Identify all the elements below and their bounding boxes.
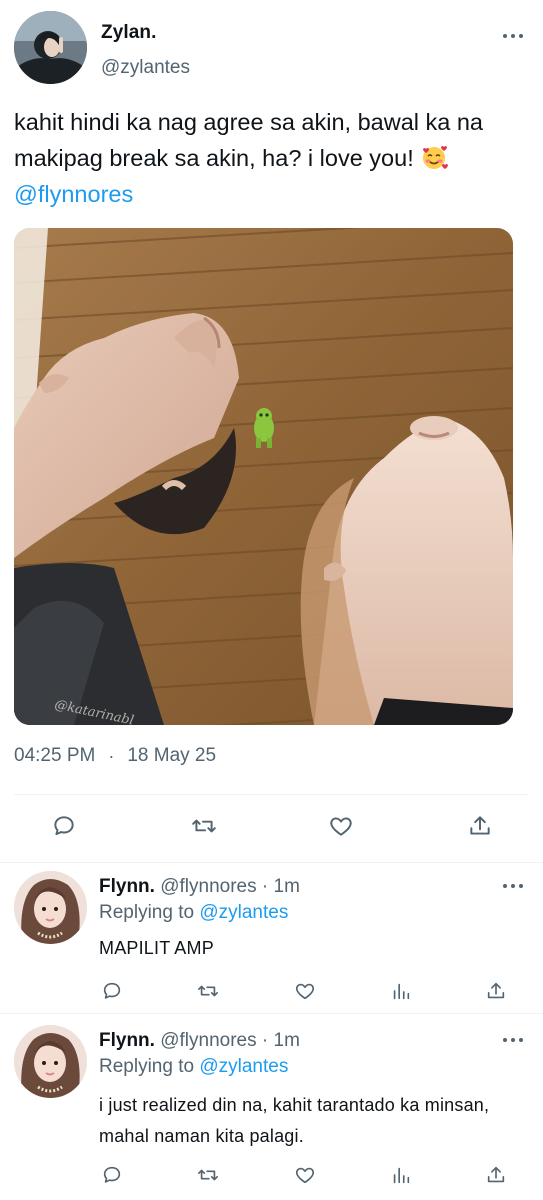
more-options-icon[interactable] <box>503 881 523 891</box>
analytics-icon[interactable] <box>389 979 413 1003</box>
share-icon[interactable] <box>484 1163 508 1187</box>
like-icon[interactable] <box>326 811 356 841</box>
reply-text: i just realized din na, kahit tarantado … <box>99 1095 490 1146</box>
author-name[interactable]: Flynn. <box>99 1030 155 1051</box>
replying-to-link[interactable]: @zylantes <box>199 1056 288 1077</box>
meta-separator: · <box>261 876 269 897</box>
tweet-text: kahit hindi ka nag agree sa akin, bawal … <box>14 104 529 212</box>
reply-icon[interactable] <box>100 1163 124 1187</box>
replying-label: Replying to <box>99 902 195 923</box>
reply-header: Flynn. @flynnores · 1m <box>99 876 300 898</box>
avatar-photo <box>14 871 87 944</box>
tweet-image[interactable]: @katarinabl <box>14 228 513 725</box>
author-name[interactable]: Zylan. <box>101 22 157 44</box>
replying-to-link[interactable]: @zylantes <box>199 902 288 923</box>
analytics-icon[interactable] <box>389 1163 413 1187</box>
avatar[interactable] <box>14 871 87 944</box>
avatar-photo <box>14 11 87 84</box>
author-name[interactable]: Flynn. <box>99 876 155 897</box>
reply-tweet[interactable]: Flynn. @flynnores · 1m Replying to @zyla… <box>0 863 543 1014</box>
avatar[interactable] <box>14 1025 87 1098</box>
more-options-icon[interactable] <box>503 1035 523 1045</box>
timestamp[interactable]: 04:25 PM · 18 May 25 <box>14 745 216 767</box>
tweet-time: 04:25 PM <box>14 745 96 766</box>
retweet-icon[interactable] <box>196 1163 220 1187</box>
author-handle[interactable]: @flynnores <box>160 876 256 897</box>
replying-to: Replying to @zylantes <box>99 1056 288 1078</box>
reply-icon[interactable] <box>100 979 124 1003</box>
author-handle[interactable]: @flynnores <box>160 1030 256 1051</box>
reply-icon[interactable] <box>49 811 79 841</box>
timestamp-separator: · <box>108 745 115 766</box>
meta-separator: · <box>261 1030 269 1051</box>
share-icon[interactable] <box>465 811 495 841</box>
retweet-icon[interactable] <box>196 979 220 1003</box>
reply-tweet[interactable]: Flynn. @flynnores · 1m Replying to @zyla… <box>0 1017 543 1200</box>
share-icon[interactable] <box>484 979 508 1003</box>
like-icon[interactable] <box>293 1163 317 1187</box>
reply-header: Flynn. @flynnores · 1m <box>99 1030 300 1052</box>
time-ago[interactable]: 1m <box>274 876 300 897</box>
tweet-body: kahit hindi ka nag agree sa akin, bawal … <box>14 109 484 171</box>
divider <box>14 794 529 795</box>
mention-link[interactable]: @flynnores <box>14 181 133 207</box>
avatar-photo <box>14 1025 87 1098</box>
sticker <box>254 408 274 448</box>
author-handle[interactable]: @zylantes <box>101 57 190 79</box>
smiling-face-with-hearts-icon <box>423 146 449 169</box>
divider <box>0 1013 543 1014</box>
replying-to: Replying to @zylantes <box>99 902 288 924</box>
reply-text: MAPILIT AMP <box>99 938 214 958</box>
retweet-icon[interactable] <box>189 811 219 841</box>
replying-label: Replying to <box>99 1056 195 1077</box>
time-ago[interactable]: 1m <box>274 1030 300 1051</box>
like-icon[interactable] <box>293 979 317 1003</box>
tweet-date: 18 May 25 <box>127 745 217 766</box>
avatar[interactable] <box>14 11 87 84</box>
more-options-icon[interactable] <box>503 31 523 41</box>
tweet-photo: @katarinabl <box>14 228 513 725</box>
